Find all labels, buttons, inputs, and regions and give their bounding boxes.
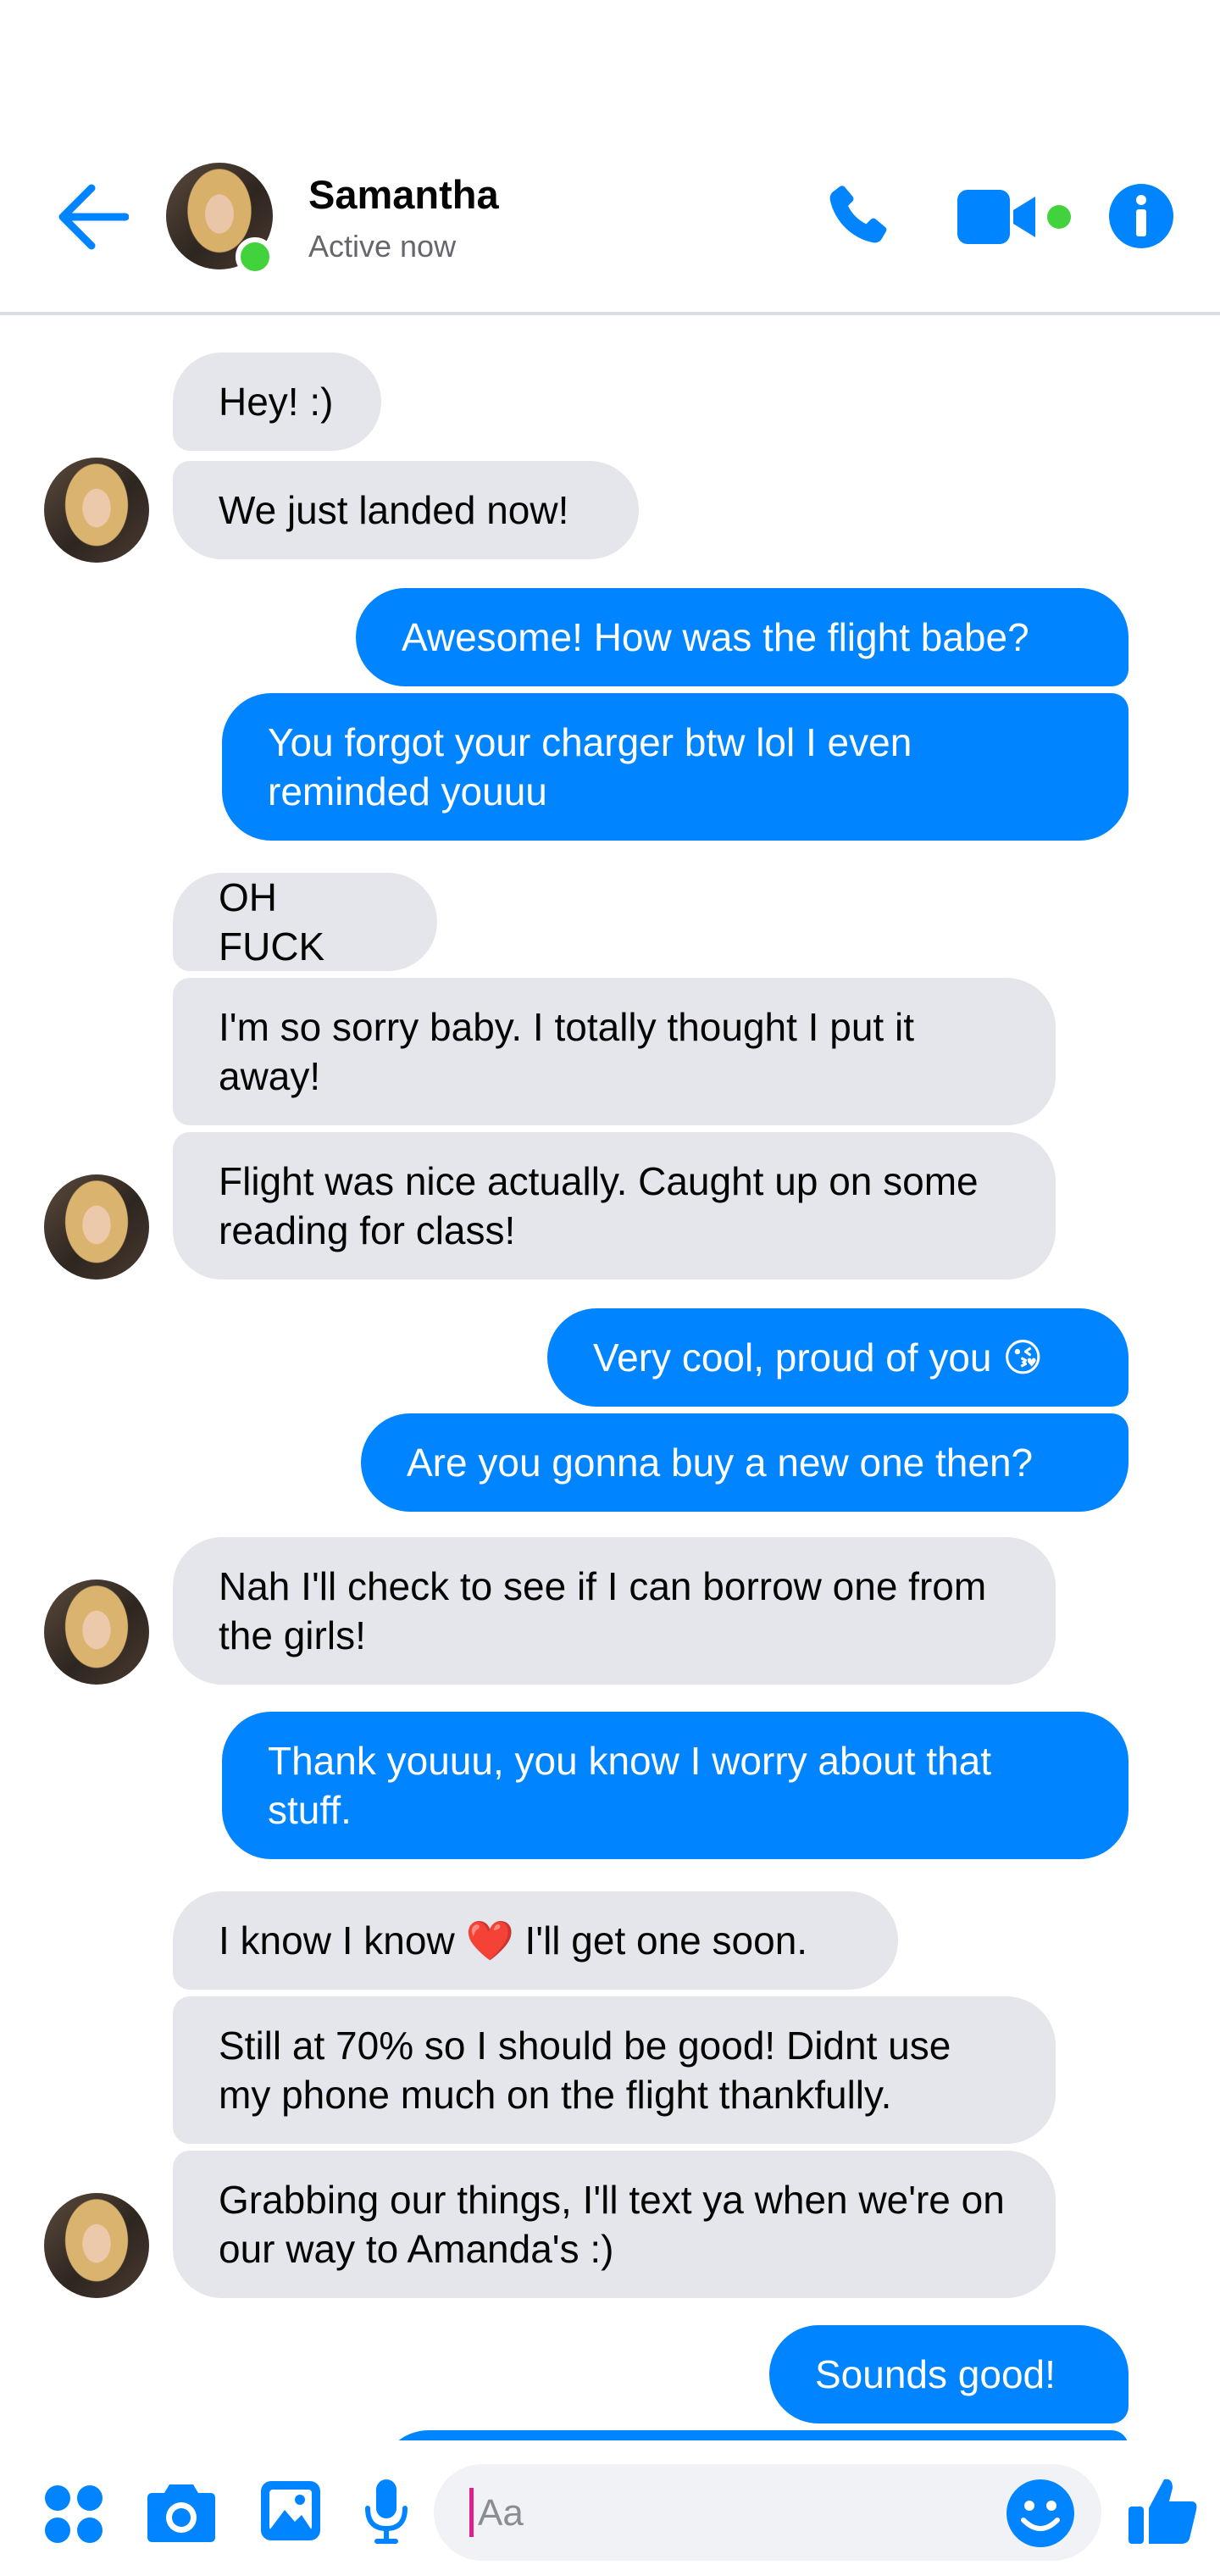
message-bubble-outgoing[interactable]: Awesome! How was the flight babe?: [356, 588, 1128, 686]
message-composer: [0, 2444, 1220, 2576]
gallery-icon[interactable]: [259, 2479, 322, 2542]
message-input-container[interactable]: [434, 2464, 1101, 2562]
message-bubble-outgoing[interactable]: You forgot your charger btw lol I even r…: [222, 693, 1128, 841]
video-available-indicator: [1047, 205, 1071, 229]
arrow-left-icon[interactable]: [58, 183, 129, 251]
message-bubble-incoming[interactable]: We just landed now!: [173, 461, 639, 559]
apps-icon[interactable]: [44, 2484, 103, 2544]
message-bubble-outgoing-partial[interactable]: [380, 2430, 1128, 2440]
message-bubble-incoming[interactable]: Hey! :): [173, 353, 381, 451]
message-bubble-incoming[interactable]: Nah I'll check to see if I can borrow on…: [173, 1537, 1056, 1685]
message-bubble-incoming[interactable]: OH FUCK: [173, 873, 437, 971]
message-bubble-outgoing[interactable]: Sounds good!: [769, 2325, 1128, 2423]
message-bubble-incoming[interactable]: I'm so sorry baby. I totally thought I p…: [173, 978, 1056, 1125]
phone-icon[interactable]: [820, 180, 893, 253]
thumbs-up-icon[interactable]: [1127, 2474, 1200, 2547]
microphone-icon[interactable]: [363, 2478, 410, 2547]
text-cursor: [469, 2488, 474, 2537]
message-text: Very cool, proud of you 😘: [593, 1335, 1044, 1380]
contact-avatar-small[interactable]: [44, 2193, 149, 2298]
message-bubble-incoming[interactable]: Grabbing our things, I'll text ya when w…: [173, 2151, 1056, 2298]
video-camera-icon[interactable]: [957, 188, 1039, 246]
message-bubble-outgoing[interactable]: Very cool, proud of you 😘: [547, 1308, 1128, 1407]
message-bubble-incoming[interactable]: Still at 70% so I should be good! Didnt …: [173, 1996, 1056, 2144]
message-bubble-incoming[interactable]: I know I know ❤️ I'll get one soon.: [173, 1891, 898, 1990]
contact-avatar-small[interactable]: [44, 1174, 149, 1280]
contact-name[interactable]: Samantha: [308, 171, 499, 218]
message-bubble-incoming[interactable]: Flight was nice actually. Caught up on s…: [173, 1132, 1056, 1280]
emoji-icon[interactable]: [1005, 2478, 1076, 2549]
message-bubble-outgoing[interactable]: Are you gonna buy a new one then?: [361, 1413, 1128, 1512]
contact-status: Active now: [308, 229, 457, 264]
contact-avatar-small[interactable]: [44, 458, 149, 563]
contact-avatar-small[interactable]: [44, 1579, 149, 1685]
chat-header: Samantha Active now: [0, 0, 1220, 315]
online-indicator: [236, 237, 274, 276]
info-icon[interactable]: [1108, 183, 1174, 249]
message-thread[interactable]: Hey! :) We just landed now! Awesome! How…: [0, 315, 1220, 2440]
camera-icon[interactable]: [146, 2481, 217, 2544]
message-text: I know I know ❤️ I'll get one soon.: [219, 1918, 808, 1963]
message-input[interactable]: [476, 2464, 988, 2562]
message-bubble-outgoing[interactable]: Thank youuu, you know I worry about that…: [222, 1712, 1128, 1859]
